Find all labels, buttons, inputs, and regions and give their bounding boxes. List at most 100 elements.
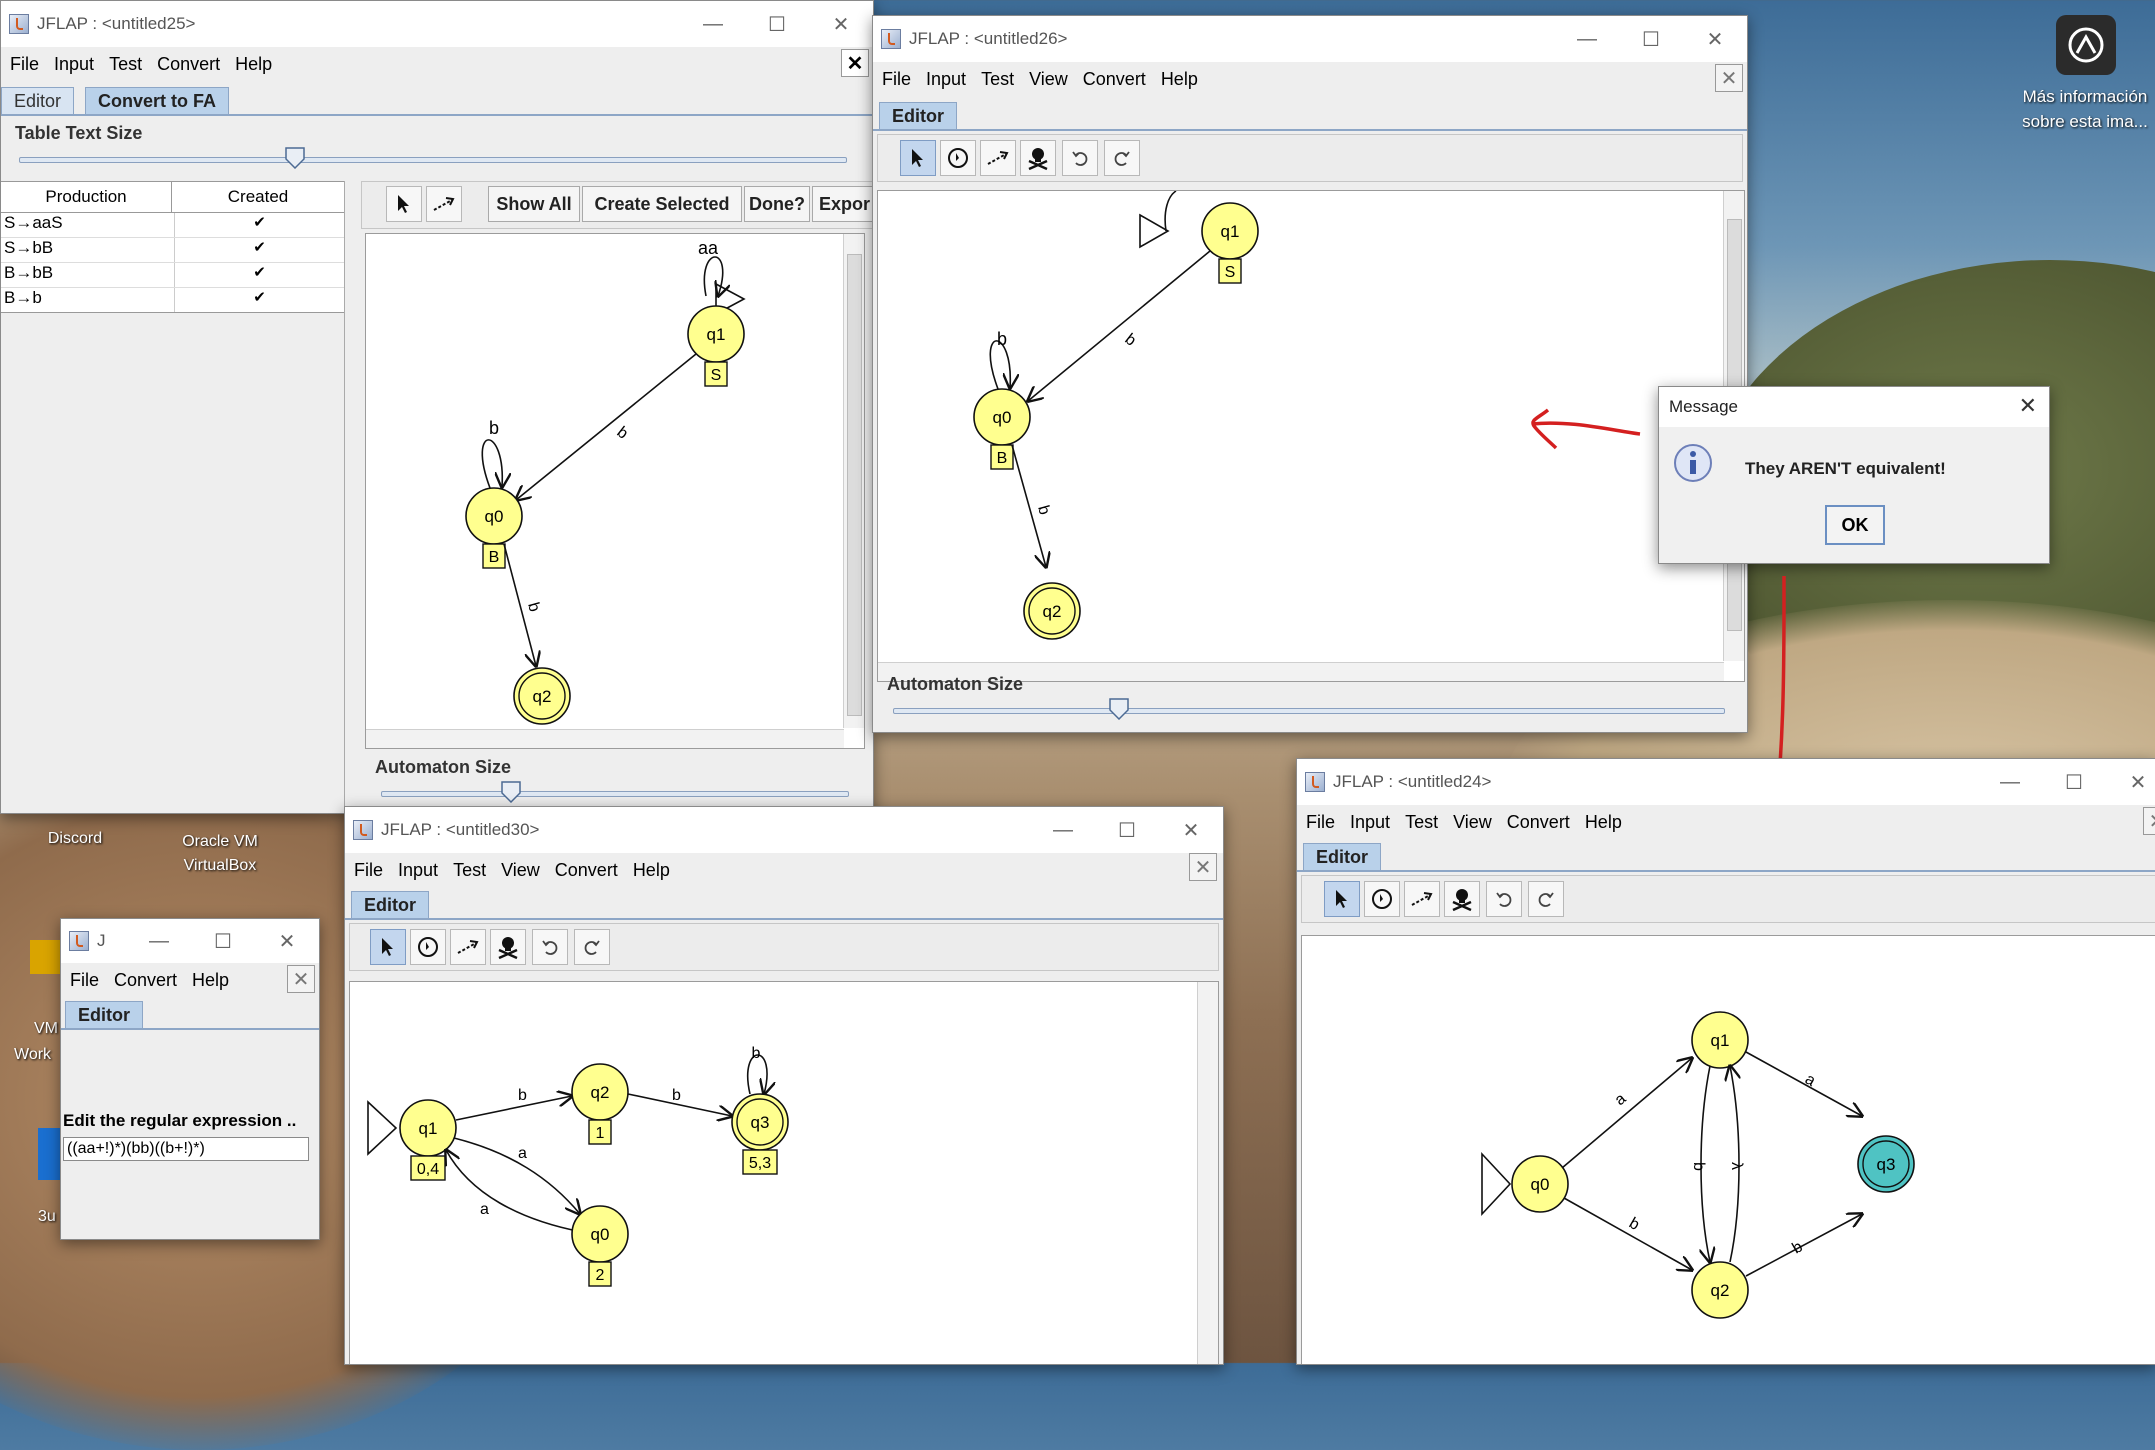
menu-convert[interactable]: Convert <box>157 54 220 75</box>
created-checkbox[interactable]: ✔ <box>175 213 344 237</box>
minimize-icon[interactable]: — <box>1031 807 1095 853</box>
titlebar[interactable]: J — ☐ ✕ <box>61 919 319 963</box>
menu-input[interactable]: Input <box>398 860 438 881</box>
automaton-canvas[interactable]: q0 a b q1 q2 b λ a b q3 <box>1301 935 2155 1364</box>
tab-editor[interactable]: Editor <box>879 102 957 129</box>
menu-input[interactable]: Input <box>54 54 94 75</box>
deleter-button[interactable] <box>1444 881 1480 917</box>
tab-editor[interactable]: Editor <box>1 87 75 114</box>
menu-help[interactable]: Help <box>1161 69 1198 90</box>
close-tab-button[interactable]: ✕ <box>1715 64 1743 92</box>
menu-test[interactable]: Test <box>981 69 1014 90</box>
table-row[interactable]: B→bB ✔ <box>1 263 344 288</box>
created-checkbox[interactable]: ✔ <box>175 263 344 287</box>
deleter-button[interactable] <box>490 929 526 965</box>
menu-file[interactable]: File <box>70 970 99 991</box>
menu-help[interactable]: Help <box>235 54 272 75</box>
created-checkbox[interactable]: ✔ <box>175 238 344 262</box>
menu-view[interactable]: View <box>1029 69 1068 90</box>
column-header-production[interactable]: Production <box>1 182 172 212</box>
vertical-scrollbar[interactable] <box>843 234 864 728</box>
undo-button[interactable] <box>532 929 568 965</box>
maximize-icon[interactable]: ☐ <box>745 1 809 47</box>
transition-creator-button[interactable] <box>450 929 486 965</box>
attribute-editor-button[interactable] <box>1324 881 1360 917</box>
maximize-icon[interactable]: ☐ <box>1619 16 1683 62</box>
close-icon[interactable]: ✕ <box>809 1 873 47</box>
automaton-canvas[interactable]: aa q1 S b b q0 B b q2 <box>365 233 865 749</box>
tab-convert-to-fa[interactable]: Convert to FA <box>85 87 230 114</box>
table-text-size-slider[interactable] <box>19 157 847 163</box>
menu-view[interactable]: View <box>501 860 540 881</box>
close-icon[interactable]: ✕ <box>255 919 319 963</box>
menu-file[interactable]: File <box>10 54 39 75</box>
vertical-scrollbar[interactable] <box>1197 982 1218 1364</box>
close-icon[interactable]: ✕ <box>1683 16 1747 62</box>
maximize-icon[interactable]: ☐ <box>1095 807 1159 853</box>
titlebar[interactable]: JFLAP : <untitled24> — ☐ ✕ <box>1297 759 2155 805</box>
titlebar[interactable]: JFLAP : <untitled25> — ☐ ✕ <box>1 1 873 47</box>
slider-thumb[interactable] <box>285 147 305 169</box>
close-tab-button[interactable]: ✕ <box>287 965 315 993</box>
menu-help[interactable]: Help <box>633 860 670 881</box>
menu-test[interactable]: Test <box>1405 812 1438 833</box>
slider-thumb[interactable] <box>1109 698 1129 720</box>
redo-button[interactable] <box>1528 881 1564 917</box>
desktop-icon-3u[interactable]: 3u <box>38 1208 56 1226</box>
regex-input[interactable]: ((aa+!)*)(bb)((b+!)*) <box>63 1137 309 1161</box>
close-icon[interactable]: ✕ <box>2106 759 2155 805</box>
menu-test[interactable]: Test <box>109 54 142 75</box>
menu-convert[interactable]: Convert <box>114 970 177 991</box>
minimize-icon[interactable]: — <box>1978 759 2042 805</box>
titlebar[interactable]: JFLAP : <untitled30> — ☐ ✕ <box>345 807 1223 853</box>
undo-button[interactable] <box>1062 140 1098 176</box>
show-all-button[interactable]: Show All <box>488 186 580 222</box>
menu-view[interactable]: View <box>1453 812 1492 833</box>
desktop-icon-app-2[interactable] <box>38 1128 62 1180</box>
state-creator-button[interactable] <box>410 929 446 965</box>
transition-creator-button[interactable] <box>980 140 1016 176</box>
undo-button[interactable] <box>1486 881 1522 917</box>
state-creator-button[interactable] <box>1364 881 1400 917</box>
menu-input[interactable]: Input <box>1350 812 1390 833</box>
attribute-editor-button[interactable] <box>900 140 936 176</box>
titlebar[interactable]: JFLAP : <untitled26> — ☐ ✕ <box>873 16 1747 62</box>
desktop-icon-discord[interactable]: Discord <box>30 830 120 848</box>
desktop-icon-work[interactable]: Work <box>14 1046 51 1064</box>
create-selected-button[interactable]: Create Selected <box>582 186 742 222</box>
tab-editor[interactable]: Editor <box>1303 843 1381 870</box>
menu-help[interactable]: Help <box>192 970 229 991</box>
table-row[interactable]: S→aaS ✔ <box>1 213 344 238</box>
close-tab-button[interactable]: ✕ <box>841 49 869 77</box>
done-button[interactable]: Done? <box>744 186 810 222</box>
table-row[interactable]: S→bB ✔ <box>1 238 344 263</box>
export-button[interactable]: Expor <box>812 186 873 222</box>
close-icon[interactable]: ✕ <box>2019 393 2037 419</box>
close-tab-button[interactable]: ✕ <box>1189 853 1217 881</box>
table-row[interactable]: B→b ✔ <box>1 288 344 313</box>
transition-creator-button[interactable] <box>1404 881 1440 917</box>
horizontal-scrollbar[interactable] <box>366 729 844 748</box>
tab-editor[interactable]: Editor <box>351 891 429 918</box>
deleter-button[interactable] <box>1020 140 1056 176</box>
transition-tool-button[interactable] <box>426 186 462 222</box>
automaton-size-slider[interactable] <box>381 791 849 797</box>
menu-convert[interactable]: Convert <box>1507 812 1570 833</box>
menu-convert[interactable]: Convert <box>1083 69 1146 90</box>
menu-test[interactable]: Test <box>453 860 486 881</box>
menu-convert[interactable]: Convert <box>555 860 618 881</box>
maximize-icon[interactable]: ☐ <box>191 919 255 963</box>
select-tool-button[interactable] <box>386 186 422 222</box>
created-checkbox[interactable]: ✔ <box>175 288 344 312</box>
minimize-icon[interactable]: — <box>127 919 191 963</box>
close-tab-button[interactable]: ✕ <box>2143 807 2155 835</box>
menu-help[interactable]: Help <box>1585 812 1622 833</box>
desktop-icon-virtualbox[interactable]: Oracle VM VirtualBox <box>160 830 280 878</box>
tab-editor[interactable]: Editor <box>65 1001 143 1028</box>
column-header-created[interactable]: Created <box>172 182 344 212</box>
redo-button[interactable] <box>1104 140 1140 176</box>
menu-file[interactable]: File <box>1306 812 1335 833</box>
close-icon[interactable]: ✕ <box>1159 807 1223 853</box>
minimize-icon[interactable]: — <box>681 1 745 47</box>
attribute-editor-button[interactable] <box>370 929 406 965</box>
